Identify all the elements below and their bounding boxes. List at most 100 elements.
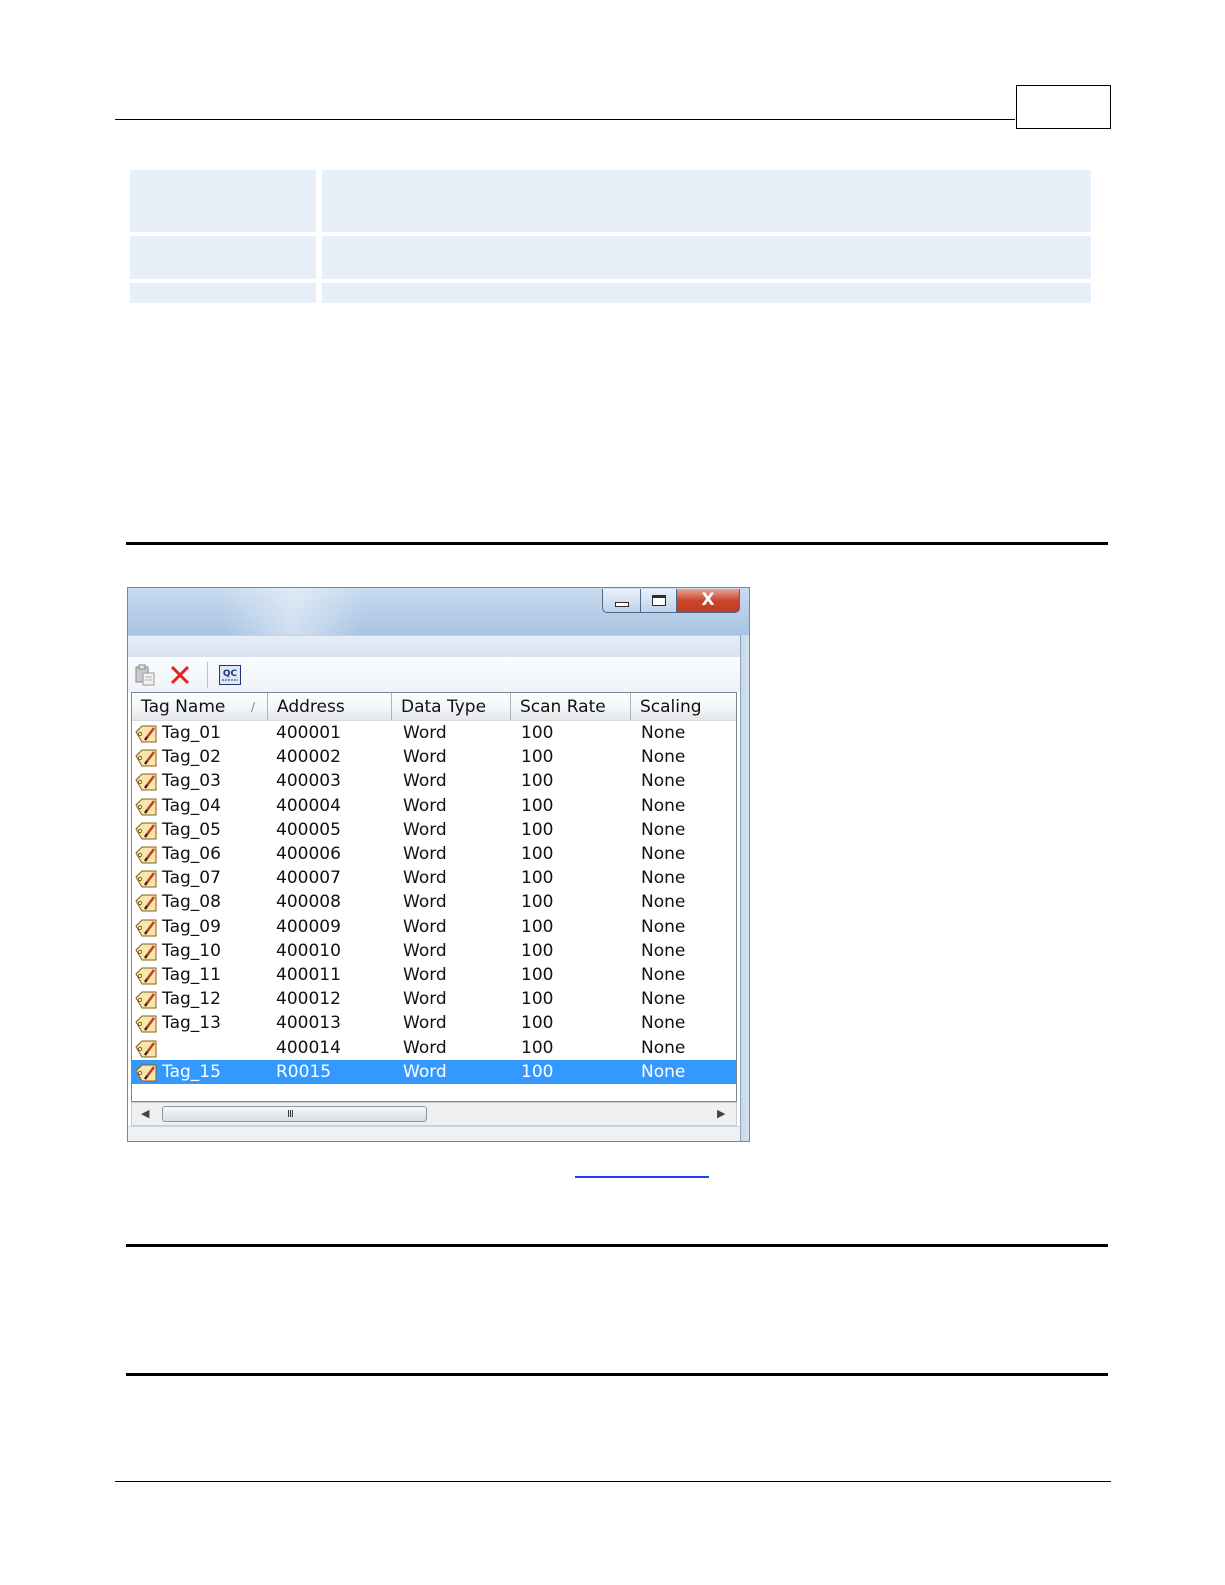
cell-data-type: Word: [403, 916, 447, 937]
property-value-cell: [322, 283, 1091, 303]
tag-icon: [135, 798, 157, 816]
page-number-box: [1016, 85, 1111, 129]
window-titlebar[interactable]: X: [128, 588, 749, 635]
property-table-row: [130, 170, 1091, 232]
paste-icon[interactable]: [133, 663, 157, 687]
table-row[interactable]: Tag_02 400002 Word 100 None: [132, 745, 736, 769]
table-row[interactable]: Tag_06 400006 Word 100 None: [132, 842, 736, 866]
tag-icon: [135, 1040, 157, 1058]
table-row[interactable]: Tag_10 400010 Word 100 None: [132, 939, 736, 963]
titlebar-glow: [223, 588, 363, 635]
column-header-row: Tag Name / Address Data Type Scan Rate S…: [132, 693, 736, 721]
tag-list-grid: Tag Name / Address Data Type Scan Rate S…: [131, 692, 737, 1102]
tag-icon: [135, 967, 157, 985]
tag-icon: [135, 894, 157, 912]
window-bottom-strip: [128, 1126, 740, 1141]
cell-tag-name: Tag_01: [162, 723, 221, 743]
tag-icon: [135, 773, 157, 791]
cell-scan-rate: 100: [521, 1013, 554, 1034]
table-row[interactable]: Tag_13 400013 Word 100 None: [132, 1011, 736, 1035]
column-header-label: Data Type: [401, 697, 487, 717]
cell-scaling: None: [641, 771, 686, 792]
qc-icon[interactable]: QC: [218, 663, 242, 687]
property-table-row: [130, 283, 1091, 303]
column-header-label: Scaling: [640, 697, 702, 717]
cell-address: 400011: [276, 965, 341, 985]
property-table-row: [130, 236, 1091, 279]
cell-scaling: None: [641, 747, 686, 768]
tag-icon: [135, 822, 157, 840]
column-header-scan-rate[interactable]: Scan Rate: [511, 693, 631, 720]
column-header-data-type[interactable]: Data Type: [392, 693, 511, 720]
property-name-cell: [130, 283, 316, 303]
table-row[interactable]: Tag_03 400003 Word 100 None: [132, 769, 736, 793]
cell-scaling: None: [641, 940, 686, 961]
cell-tag-name: Tag_02: [162, 747, 221, 768]
table-row[interactable]: 400014 Word 100 None: [132, 1036, 736, 1060]
cell-data-type: Word: [403, 1037, 447, 1058]
tag-icon: [135, 846, 157, 864]
cell-tag-name: Tag_03: [162, 771, 221, 792]
cell-data-type: Word: [403, 940, 447, 961]
cell-scaling: None: [641, 723, 686, 743]
table-row[interactable]: Tag_12 400012 Word 100 None: [132, 987, 736, 1011]
column-header-address[interactable]: Address: [268, 693, 392, 720]
cell-scan-rate: 100: [521, 892, 554, 913]
cell-tag-name: Tag_13: [162, 1013, 221, 1034]
table-row[interactable]: Tag_01 400001 Word 100 None: [132, 721, 736, 745]
sort-indicator-icon: /: [250, 700, 255, 714]
delete-x-icon[interactable]: [168, 663, 192, 687]
cell-data-type: Word: [403, 1061, 447, 1082]
cell-scaling: None: [641, 795, 686, 816]
property-name-cell: [130, 236, 316, 279]
cell-scan-rate: 100: [521, 1061, 554, 1082]
table-row[interactable]: Tag_08 400008 Word 100 None: [132, 890, 736, 914]
header-rule: [115, 119, 1015, 120]
column-header-scaling[interactable]: Scaling: [631, 693, 736, 720]
cell-scan-rate: 100: [521, 844, 554, 864]
column-header-tag-name[interactable]: Tag Name /: [132, 693, 268, 720]
table-row[interactable]: Tag_09 400009 Word 100 None: [132, 915, 736, 939]
cell-address: 400001: [276, 723, 341, 743]
cell-tag-name: Tag_08: [162, 892, 221, 913]
cell-address: 400004: [276, 795, 341, 816]
cell-scan-rate: 100: [521, 747, 554, 768]
cell-address: 400014: [276, 1037, 341, 1058]
minimize-button[interactable]: [602, 589, 641, 613]
table-row[interactable]: Tag_07 400007 Word 100 None: [132, 866, 736, 890]
maximize-button[interactable]: [640, 589, 677, 613]
close-button[interactable]: X: [676, 589, 740, 613]
cell-address: 400007: [276, 868, 341, 889]
close-icon: X: [701, 590, 715, 610]
cell-address: 400002: [276, 747, 341, 768]
cell-scan-rate: 100: [521, 868, 554, 889]
property-value-cell: [322, 170, 1091, 232]
scroll-left-icon[interactable]: ◀: [141, 1107, 149, 1120]
maximize-icon: [651, 595, 666, 606]
cell-data-type: Word: [403, 892, 447, 913]
scroll-right-icon[interactable]: ▶: [717, 1107, 725, 1120]
horizontal-scrollbar[interactable]: ◀ III ▶: [131, 1102, 737, 1126]
hyperlink-underline[interactable]: [575, 1176, 709, 1178]
scrollbar-thumb[interactable]: III: [162, 1106, 427, 1122]
cell-scan-rate: 100: [521, 723, 554, 743]
cell-address: 400012: [276, 989, 341, 1010]
scrollbar-grip: III: [287, 1109, 294, 1120]
table-row[interactable]: Tag_15 R0015 Word 100 None: [132, 1059, 736, 1084]
table-row[interactable]: Tag_05 400005 Word 100 None: [132, 818, 736, 842]
cell-data-type: Word: [403, 795, 447, 816]
cell-scaling: None: [641, 916, 686, 937]
qc-icon-label: QC: [223, 669, 238, 679]
cell-scaling: None: [641, 892, 686, 913]
cell-address: 400005: [276, 819, 341, 840]
cell-scaling: None: [641, 844, 686, 864]
cell-address: 400010: [276, 940, 341, 961]
cell-data-type: Word: [403, 819, 447, 840]
cell-data-type: Word: [403, 868, 447, 889]
cell-tag-name: Tag_12: [162, 989, 221, 1010]
menu-bar: [128, 635, 740, 658]
cell-scaling: None: [641, 1037, 686, 1058]
table-row[interactable]: Tag_11 400011 Word 100 None: [132, 963, 736, 987]
tag-icon: [135, 725, 157, 743]
table-row[interactable]: Tag_04 400004 Word 100 None: [132, 794, 736, 818]
